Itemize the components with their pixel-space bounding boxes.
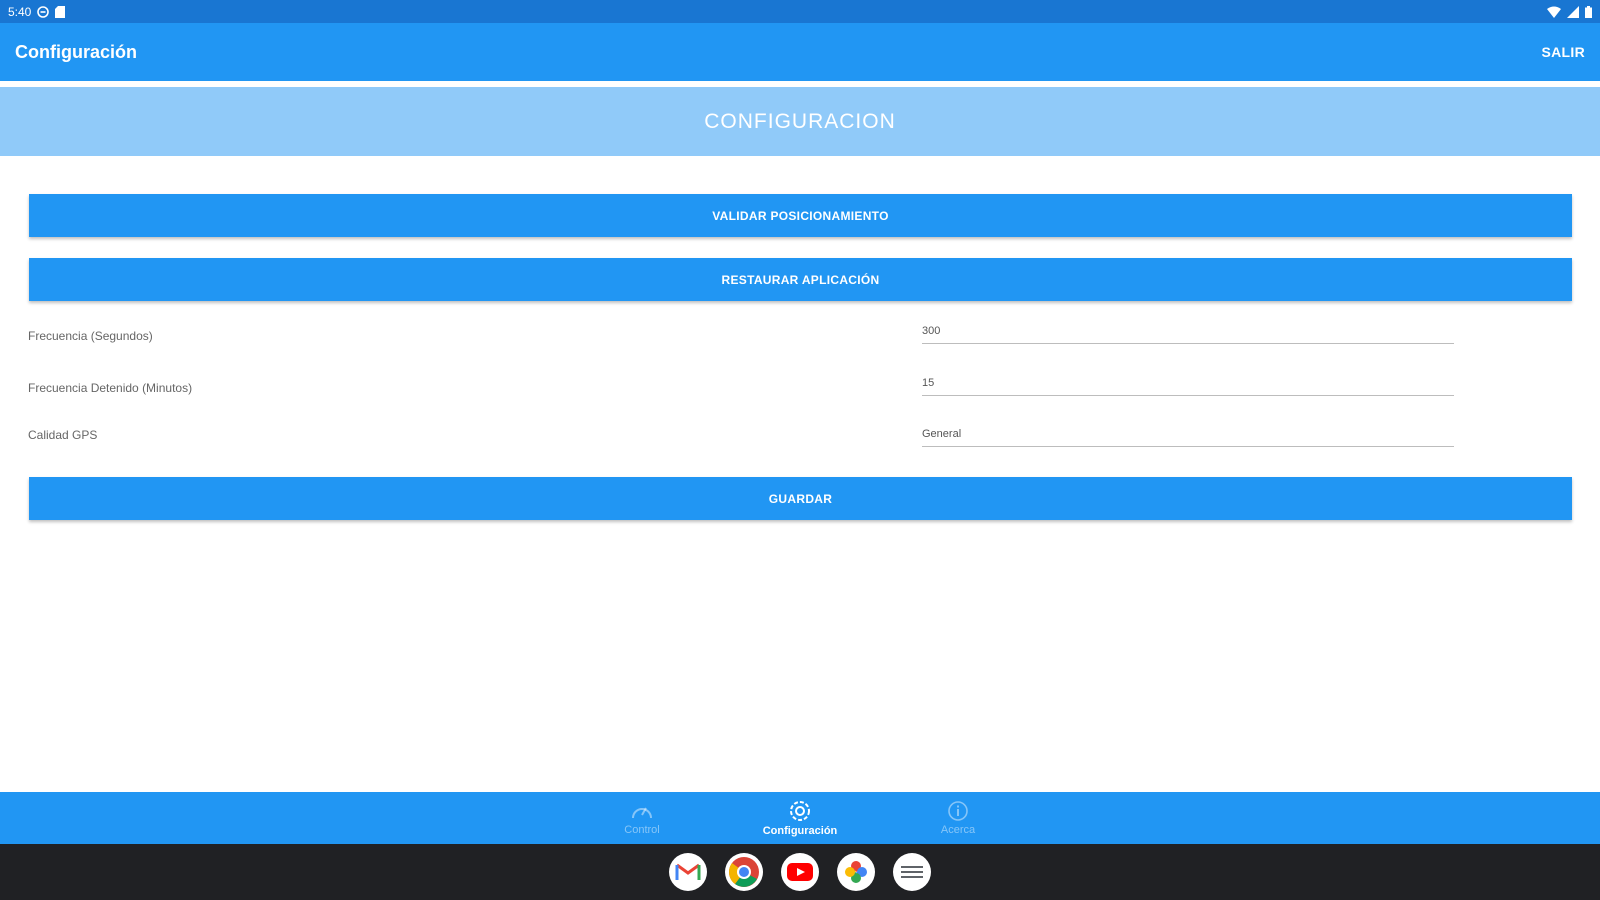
cell-signal-icon bbox=[1567, 5, 1579, 18]
app-drawer-icon[interactable] bbox=[893, 853, 931, 891]
frequency-stopped-label: Frecuencia Detenido (Minutos) bbox=[28, 381, 193, 395]
gps-quality-label: Calidad GPS bbox=[28, 428, 98, 442]
save-button[interactable]: GUARDAR bbox=[29, 477, 1572, 520]
exit-button[interactable]: SALIR bbox=[1542, 44, 1586, 60]
frequency-stopped-input[interactable]: 15 bbox=[922, 374, 1454, 396]
chrome-icon[interactable] bbox=[725, 853, 763, 891]
section-title: CONFIGURACION bbox=[704, 109, 896, 133]
frequency-seconds-label: Frecuencia (Segundos) bbox=[28, 329, 153, 343]
status-time: 5:40 bbox=[8, 4, 32, 19]
tab-control[interactable]: Control bbox=[563, 792, 721, 844]
section-header: CONFIGURACION bbox=[0, 87, 1600, 156]
app-title: Configuración bbox=[15, 41, 137, 62]
gear-icon bbox=[788, 799, 812, 823]
status-bar: 5:40 bbox=[0, 0, 1600, 23]
gps-quality-select[interactable]: General bbox=[922, 425, 1454, 447]
bottom-nav: Control Configuración Acerca bbox=[0, 792, 1600, 844]
tab-acerca[interactable]: Acerca bbox=[879, 792, 1037, 844]
gmail-icon[interactable] bbox=[669, 853, 707, 891]
battery-icon bbox=[1585, 5, 1592, 18]
youtube-icon[interactable] bbox=[781, 853, 819, 891]
app-bar: Configuración SALIR bbox=[0, 23, 1600, 81]
tab-configuracion[interactable]: Configuración bbox=[721, 792, 879, 844]
photos-icon[interactable] bbox=[837, 853, 875, 891]
system-dock bbox=[0, 844, 1600, 900]
speedometer-icon bbox=[630, 800, 654, 822]
restore-app-button[interactable]: RESTAURAR APLICACIÓN bbox=[29, 258, 1572, 301]
info-icon bbox=[947, 800, 969, 822]
wifi-icon bbox=[1547, 6, 1561, 18]
status-left: 5:40 bbox=[8, 4, 66, 19]
tab-acerca-label: Acerca bbox=[940, 824, 976, 836]
sd-card-icon bbox=[55, 5, 66, 18]
frequency-seconds-input[interactable]: 300 bbox=[922, 322, 1454, 344]
tab-configuracion-label: Configuración bbox=[762, 825, 838, 837]
status-right bbox=[1547, 5, 1592, 18]
tab-control-label: Control bbox=[624, 824, 660, 836]
validate-positioning-button[interactable]: VALIDAR POSICIONAMIENTO bbox=[29, 194, 1572, 237]
data-saver-icon bbox=[37, 5, 50, 18]
